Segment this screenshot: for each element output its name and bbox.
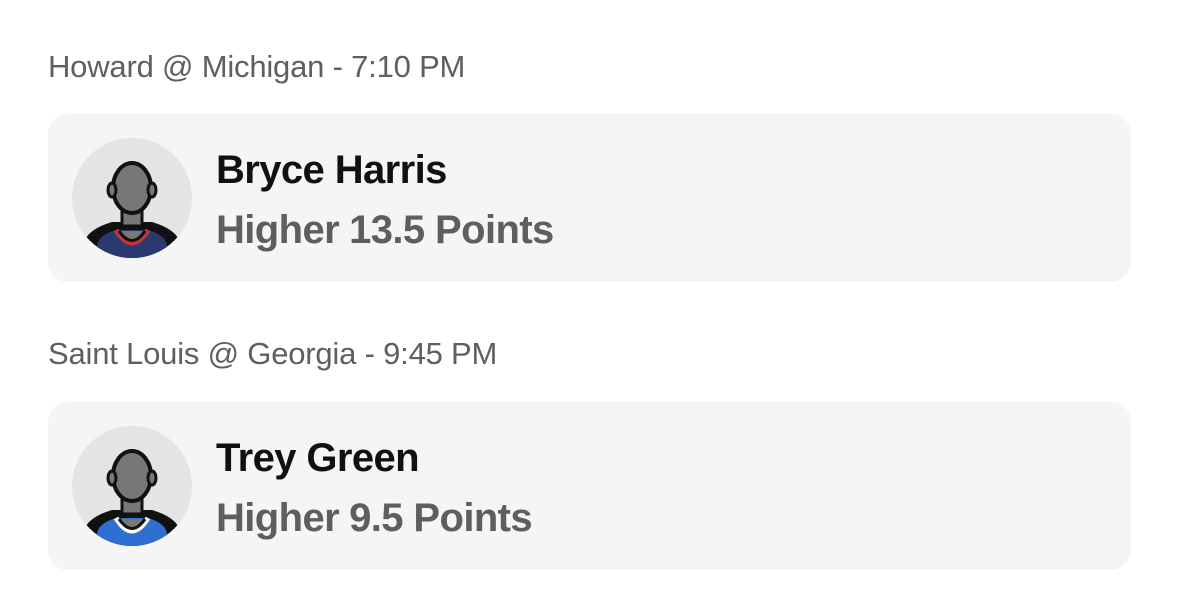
pick-direction: Higher — [216, 208, 340, 252]
player-silhouette-icon — [82, 161, 182, 258]
player-avatar — [72, 426, 192, 546]
pick-direction: Higher — [216, 496, 340, 540]
game-header: Saint Louis @ Georgia - 9:45 PM — [48, 336, 498, 371]
player-avatar — [72, 138, 192, 258]
pick-line: Higher 13.5 Points — [216, 208, 554, 253]
player-silhouette-icon — [82, 449, 182, 546]
player-name: Trey Green — [216, 436, 420, 480]
pick-value: 9.5 Points — [349, 496, 533, 540]
player-name: Bryce Harris — [216, 148, 447, 192]
game-header: Howard @ Michigan - 7:10 PM — [48, 49, 466, 84]
pick-value: 13.5 Points — [349, 208, 554, 252]
pick-card[interactable]: Trey Green Higher 9.5 Points — [48, 402, 1131, 570]
pick-line: Higher 9.5 Points — [216, 496, 533, 541]
pick-card[interactable]: Bryce Harris Higher 13.5 Points — [48, 114, 1131, 282]
